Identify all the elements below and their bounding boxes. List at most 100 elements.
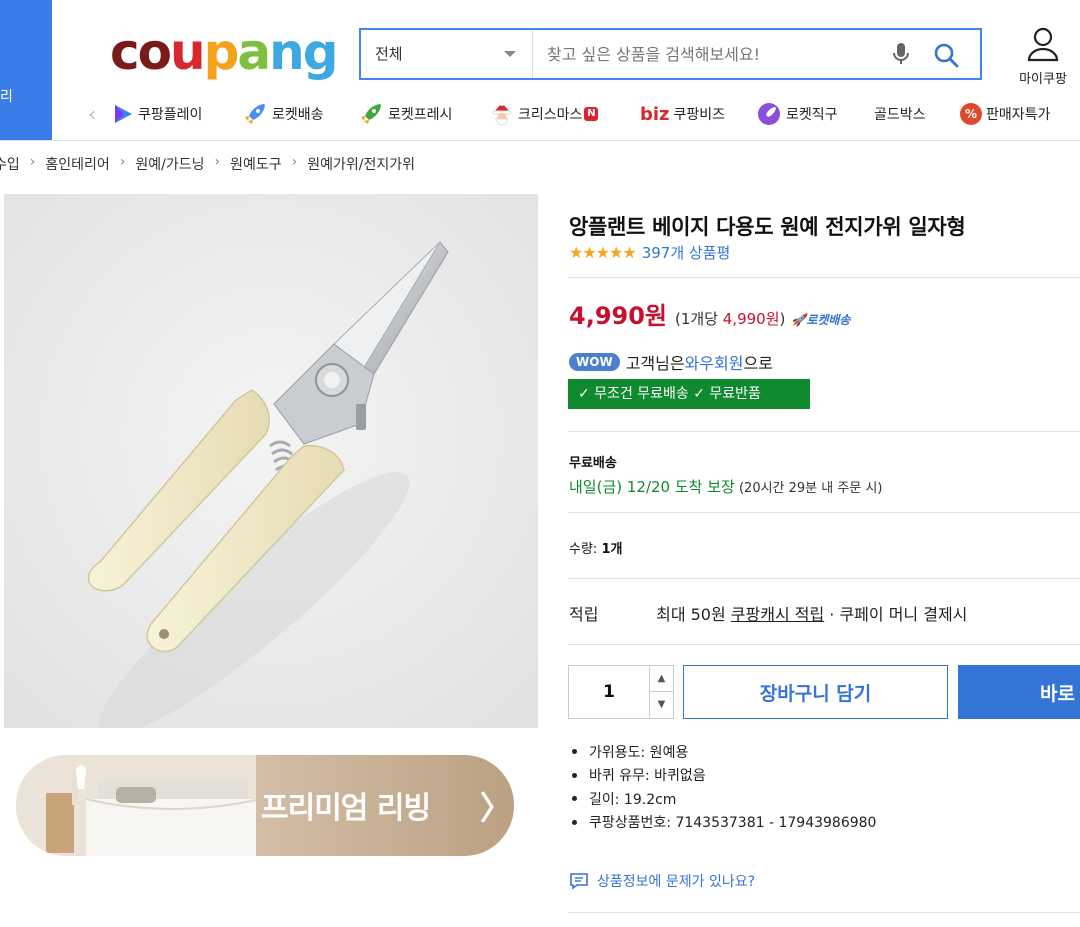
chevron-down-icon xyxy=(504,51,516,57)
divider xyxy=(568,431,1080,432)
divider xyxy=(568,644,1080,645)
wow-prefix: 고객님은 xyxy=(625,354,685,373)
quantity-input[interactable]: 1 xyxy=(569,666,649,718)
chevron-right-icon: 〉 xyxy=(480,789,513,827)
search-icon[interactable] xyxy=(933,42,959,68)
quantity-label: 수량: 1개 xyxy=(569,538,622,557)
premium-living-banner[interactable]: 프리미엄 리빙 〉 xyxy=(16,755,514,856)
wow-member-link[interactable]: 와우회원 xyxy=(685,350,744,374)
category-menu-label: 리 xyxy=(0,89,13,105)
chevron-right-icon: › xyxy=(291,154,298,170)
percent-icon: % xyxy=(960,103,982,125)
free-shipping-badge: ✓ 무조건 무료배송 ✓ 무료반품 xyxy=(568,379,810,409)
quick-nav-label: 골드박스 xyxy=(874,107,926,123)
header-divider xyxy=(0,140,1080,141)
product-image[interactable] xyxy=(4,194,538,728)
points-label: 적립 xyxy=(569,605,599,624)
quick-nav-label: 로켓직구 xyxy=(786,107,838,123)
quick-nav-rocket-fresh[interactable]: 로켓프레시 xyxy=(358,96,452,132)
quick-nav-label: 로켓프레시 xyxy=(388,107,453,123)
banner-label: 프리미엄 리빙 xyxy=(261,791,431,826)
chevron-left-icon[interactable]: ‹ xyxy=(88,102,96,126)
chevron-right-icon: › xyxy=(214,154,221,170)
divider xyxy=(568,512,1080,513)
star-rating-icon: ★★★★★ xyxy=(569,243,637,262)
play-icon xyxy=(115,105,132,123)
rating[interactable]: ★★★★★ 397개 상품평 xyxy=(569,242,730,263)
bedroom-photo xyxy=(16,755,256,856)
breadcrumb-item[interactable]: 원예가위/전지가위 xyxy=(307,154,415,174)
coupang-logo[interactable]: coupang xyxy=(110,22,339,82)
search-category-select[interactable]: 전체 xyxy=(361,30,533,78)
quick-nav-label: 쿠팡플레이 xyxy=(138,107,203,123)
wow-member-row: WOW 고객님은 와우회원 으로 xyxy=(569,350,773,374)
pruning-shears-image xyxy=(4,194,538,728)
sale-price: 4,990원 xyxy=(569,302,667,330)
shipping-title: 무료배송 xyxy=(569,456,617,471)
quick-nav-gold-box[interactable]: 골드박스 xyxy=(874,96,926,132)
logo-letter: p xyxy=(203,23,240,81)
search-bar: 전체 xyxy=(359,28,982,80)
logo-letter: u xyxy=(170,23,206,81)
my-coupang-label: 마이쿠팡 xyxy=(1019,72,1067,87)
breadcrumb-item[interactable]: 원예/가드닝 xyxy=(135,154,204,174)
quick-nav-rocket-global[interactable]: 로켓직구 xyxy=(756,96,838,132)
logo-letter: n xyxy=(269,23,305,81)
quick-nav-label: 크리스마스 xyxy=(518,107,583,123)
order-deadline: (20시간 29분 내 주문 시) xyxy=(734,481,883,496)
logo-letter: a xyxy=(237,23,271,81)
price-row: 4,990원 (1개당 4,990원) 🚀로켓배송 xyxy=(569,296,850,331)
buy-now-button[interactable]: 바로 xyxy=(958,665,1080,719)
decrement-icon[interactable]: ▼ xyxy=(649,692,673,718)
quick-nav-label: 쿠팡비즈 xyxy=(673,107,726,123)
microphone-icon[interactable] xyxy=(891,42,911,66)
chevron-right-icon: › xyxy=(29,154,36,170)
quick-nav-coupang-play[interactable]: 쿠팡플레이 xyxy=(112,96,202,132)
spec-list: 가위용도: 원예용 바퀴 유무: 바퀴없음 길이: 19.2cm 쿠팡상품번호:… xyxy=(572,740,876,834)
breadcrumb: 수입 › 홈인테리어 › 원예/가드닝 › 원예도구 › 원예가위/전지가위 xyxy=(0,154,415,174)
delivery-guarantee: 내일(금) 12/20 도착 보장 (20시간 29분 내 주문 시) xyxy=(569,476,882,497)
quick-nav: ‹ 쿠팡플레이 로켓배송 로켓프레시 크리스마스 N biz 쿠팡비즈 로켓직구… xyxy=(88,96,1080,132)
quick-nav-rocket-delivery[interactable]: 로켓배송 xyxy=(242,96,324,132)
unit-price-open: (1개당 xyxy=(675,310,723,328)
points-suffix: · 쿠페이 머니 결제시 xyxy=(824,605,968,624)
review-count-link[interactable]: 397개 상품평 xyxy=(642,242,731,263)
quantity-label-text: 수량: xyxy=(569,542,602,557)
add-to-cart-button[interactable]: 장바구니 담기 xyxy=(683,665,948,719)
divider xyxy=(568,912,1080,913)
category-menu-button[interactable]: 리 xyxy=(0,0,52,140)
unit-price-close: ) xyxy=(779,310,786,328)
comment-icon xyxy=(570,873,588,890)
global-rocket-icon xyxy=(758,103,780,125)
divider xyxy=(568,277,1080,278)
points-row: 적립 최대 50원 쿠팡캐시 적립 · 쿠페이 머니 결제시 xyxy=(569,601,967,625)
chevron-right-icon: › xyxy=(119,154,126,170)
quick-nav-christmas[interactable]: 크리스마스 N xyxy=(490,96,599,132)
logo-letter: g xyxy=(302,23,339,81)
logo-letter: c xyxy=(110,23,140,81)
user-icon xyxy=(1027,27,1059,62)
spec-item: 바퀴 유무: 바퀴없음 xyxy=(572,764,876,788)
coupang-cash-link[interactable]: 쿠팡캐시 적립 xyxy=(731,605,824,624)
spec-item: 가위용도: 원예용 xyxy=(572,740,876,764)
points-prefix: 최대 50원 xyxy=(656,605,731,624)
quick-nav-label: 판매자특가 xyxy=(986,107,1051,123)
report-info-link[interactable]: 상품정보에 문제가 있나요? xyxy=(569,871,755,891)
unit-price-value: 4,990원 xyxy=(722,310,780,328)
quantity-stepper: 1 ▲ ▼ xyxy=(568,665,674,719)
wow-suffix: 으로 xyxy=(743,354,773,373)
logo-letter: o xyxy=(137,23,172,81)
rocket-delivery-badge: 🚀로켓배송 xyxy=(791,313,851,327)
quick-nav-seller-deal[interactable]: % 판매자특가 xyxy=(960,96,1050,132)
quantity-value: 1개 xyxy=(601,542,623,557)
spec-item: 쿠팡상품번호: 7143537381 - 17943986980 xyxy=(572,811,876,835)
quick-nav-coupang-biz[interactable]: biz 쿠팡비즈 xyxy=(640,96,725,132)
wow-badge: WOW xyxy=(569,353,620,371)
breadcrumb-item[interactable]: 수입 xyxy=(0,154,20,174)
breadcrumb-item[interactable]: 홈인테리어 xyxy=(45,154,109,174)
breadcrumb-item[interactable]: 원예도구 xyxy=(230,154,282,174)
my-coupang-button[interactable]: 마이쿠팡 xyxy=(1008,26,1078,87)
spec-item: 길이: 19.2cm xyxy=(572,787,876,811)
increment-icon[interactable]: ▲ xyxy=(649,666,673,692)
search-input[interactable] xyxy=(533,30,873,78)
